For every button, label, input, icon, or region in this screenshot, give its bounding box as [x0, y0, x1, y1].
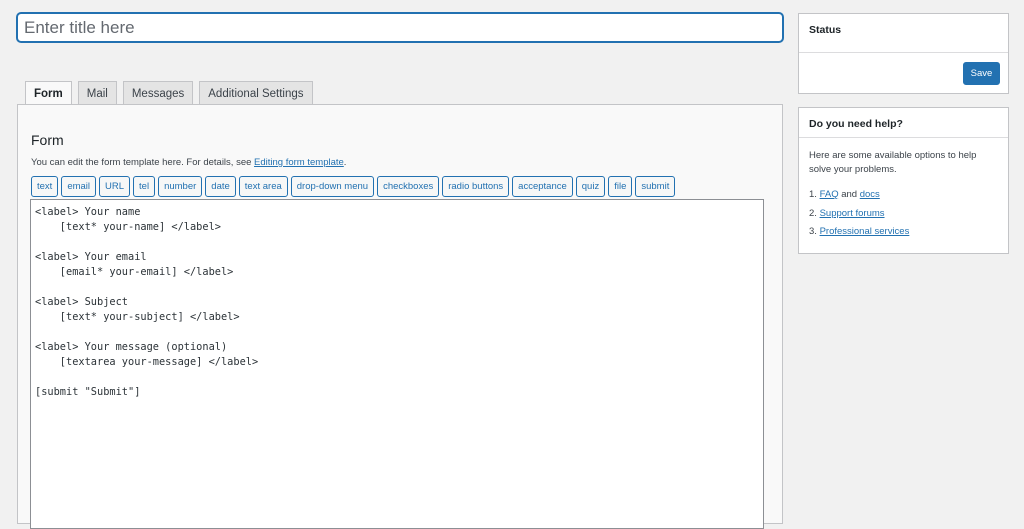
editing-form-template-link[interactable]: Editing form template — [254, 157, 344, 168]
tab-messages[interactable]: Messages — [122, 81, 194, 105]
form-description: You can edit the form template here. For… — [31, 157, 346, 168]
help-box: Do you need help? Here are some availabl… — [798, 107, 1009, 254]
tag-dropdown-button[interactable]: drop-down menu — [290, 176, 375, 197]
tag-email-button[interactable]: email — [61, 176, 97, 197]
help-item-joiner: and — [838, 189, 860, 200]
help-options-list: 1. FAQ and docs 2. Support forums 3. Pro… — [809, 186, 909, 242]
form-panel: Form You can edit the form template here… — [17, 104, 783, 529]
tag-file-button[interactable]: file — [608, 176, 633, 197]
tab-form[interactable]: Form — [25, 81, 72, 106]
tag-radio-button[interactable]: radio buttons — [442, 176, 510, 197]
form-description-suffix: . — [343, 157, 347, 168]
save-button[interactable]: Save — [963, 62, 1000, 85]
title-input[interactable] — [17, 13, 783, 42]
tab-bar: Form Mail Messages Additional Settings — [25, 81, 319, 106]
tag-acceptance-button[interactable]: acceptance — [512, 176, 573, 197]
status-title: Status — [799, 14, 1008, 53]
tag-url-button[interactable]: URL — [99, 176, 131, 197]
faq-link[interactable]: FAQ — [820, 189, 839, 200]
docs-link[interactable]: docs — [860, 189, 880, 200]
tag-text-button[interactable]: text — [31, 176, 59, 197]
tag-checkboxes-button[interactable]: checkboxes — [377, 176, 440, 197]
help-item-number: 1. — [809, 189, 817, 200]
tag-submit-button[interactable]: submit — [635, 176, 676, 197]
tag-number-button[interactable]: number — [158, 176, 203, 197]
tag-tel-button[interactable]: tel — [133, 176, 156, 197]
help-item-professional: 3. Professional services — [809, 223, 909, 242]
form-heading: Form — [31, 132, 64, 148]
tag-generator-buttons: text email URL tel number date text area… — [31, 176, 678, 197]
help-item-faq: 1. FAQ and docs — [809, 186, 909, 205]
tag-textarea-button[interactable]: text area — [238, 176, 288, 197]
professional-services-link[interactable]: Professional services — [820, 226, 910, 237]
tag-date-button[interactable]: date — [205, 176, 236, 197]
status-box: Status Save — [798, 13, 1009, 94]
tab-mail[interactable]: Mail — [77, 81, 117, 105]
form-template-editor[interactable]: <label> Your name [text* your-name] </la… — [30, 199, 764, 529]
tab-additional-settings[interactable]: Additional Settings — [199, 81, 313, 105]
tag-quiz-button[interactable]: quiz — [575, 176, 606, 197]
help-item-number: 3. — [809, 226, 817, 237]
form-description-text: You can edit the form template here. For… — [31, 157, 255, 168]
help-text: Here are some available options to help … — [809, 150, 977, 175]
help-title: Do you need help? — [799, 108, 1008, 138]
help-item-number: 2. — [809, 207, 817, 219]
support-forums-link[interactable]: Support forums — [820, 208, 885, 219]
help-item-support: 2. Support forums — [809, 205, 909, 224]
